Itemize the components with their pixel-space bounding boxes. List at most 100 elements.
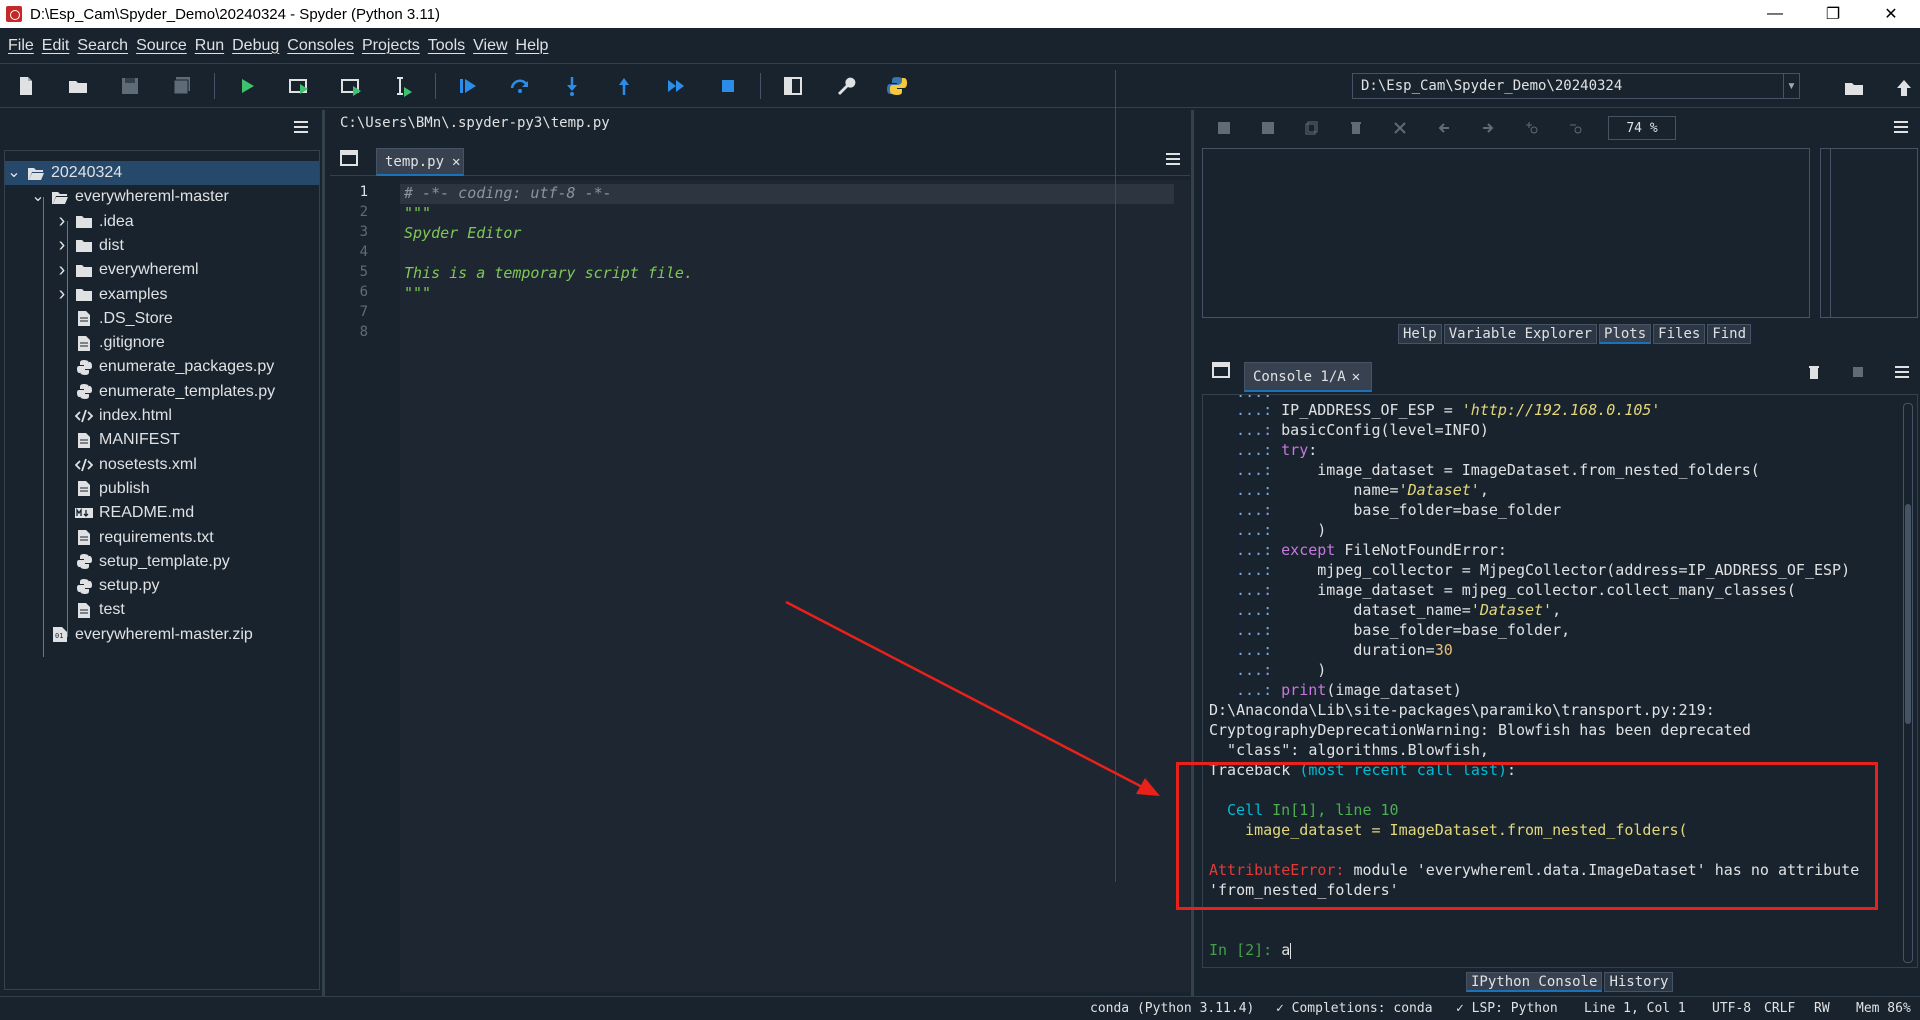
scrollbar-thumb[interactable]	[1905, 504, 1911, 724]
menu-file[interactable]: File	[4, 37, 38, 55]
tree-item[interactable]: setup_template.py	[5, 550, 319, 574]
input-prompt-line[interactable]: In [2]: a	[1209, 941, 1292, 961]
zoom-in-icon[interactable]	[1522, 118, 1542, 138]
parent-directory-arrow-icon[interactable]	[1884, 70, 1920, 106]
tab-plots[interactable]: Plots	[1599, 324, 1652, 344]
clear-console-icon[interactable]	[1804, 362, 1824, 382]
tree-item[interactable]: README.md	[5, 501, 319, 525]
tree-item[interactable]: MANIFEST	[5, 428, 319, 452]
preferences-wrench-icon[interactable]	[825, 68, 865, 104]
status-completions[interactable]: ✓ Completions: conda	[1276, 1001, 1433, 1016]
tab-ipython-console[interactable]: IPython Console	[1466, 972, 1603, 992]
code-line[interactable]: """	[404, 284, 431, 304]
stop-debug-icon[interactable]	[708, 68, 748, 104]
tree-item[interactable]: enumerate_templates.py	[5, 380, 319, 404]
tree-item[interactable]: requirements.txt	[5, 526, 319, 550]
tab-temp-py[interactable]: temp.py ✕	[376, 148, 464, 176]
code-line[interactable]: """	[404, 204, 431, 224]
debug-icon[interactable]	[448, 68, 488, 104]
zoom-level[interactable]: 74 %	[1608, 116, 1676, 140]
chevron-down-icon[interactable]: ⌄	[7, 165, 21, 181]
hamburger-menu-icon[interactable]	[294, 120, 308, 138]
browse-tabs-icon[interactable]	[1212, 362, 1230, 383]
maximize-pane-icon[interactable]	[773, 68, 813, 104]
close-tab-icon[interactable]: ✕	[452, 154, 460, 170]
close-button[interactable]: ✕	[1862, 0, 1920, 28]
tree-item[interactable]: › dist	[5, 234, 319, 258]
menu-search[interactable]: Search	[73, 37, 132, 55]
chevron-down-icon[interactable]: ▼	[1783, 74, 1799, 98]
step-into-icon[interactable]	[552, 68, 592, 104]
code-editor[interactable]: 1 2 3 4 5 6 7 8 # -*- coding: utf-8 -*- …	[332, 180, 1190, 992]
working-directory-value[interactable]: D:\Esp_Cam\Spyder_Demo\20240324	[1353, 78, 1783, 94]
tree-item[interactable]: test	[5, 598, 319, 622]
menu-debug[interactable]: Debug	[228, 37, 283, 55]
tab-files[interactable]: Files	[1653, 324, 1706, 344]
close-tab-icon[interactable]: ✕	[1352, 369, 1360, 385]
tree-item[interactable]: › examples	[5, 283, 319, 307]
code-line[interactable]: Spyder Editor	[404, 224, 521, 244]
tab-variable-explorer[interactable]: Variable Explorer	[1443, 324, 1598, 344]
code-body[interactable]: # -*- coding: utf-8 -*- """ Spyder Edito…	[400, 180, 1190, 992]
save-all-icon[interactable]	[162, 68, 202, 104]
console-scrollbar[interactable]	[1903, 403, 1913, 963]
menu-source[interactable]: Source	[132, 37, 191, 55]
tree-item[interactable]: › .idea	[5, 210, 319, 234]
menu-help[interactable]: Help	[512, 37, 553, 55]
tab-find[interactable]: Find	[1707, 324, 1752, 344]
tab-help[interactable]: Help	[1398, 324, 1442, 344]
menu-projects[interactable]: Projects	[358, 37, 424, 55]
thumbnail-scrollbar[interactable]	[1821, 149, 1831, 317]
copy-plot-icon[interactable]	[1302, 118, 1322, 138]
code-line[interactable]: # -*- coding: utf-8 -*-	[404, 184, 612, 204]
previous-plot-icon[interactable]	[1434, 118, 1454, 138]
tree-item[interactable]: nosetests.xml	[5, 453, 319, 477]
tree-item[interactable]: setup.py	[5, 574, 319, 598]
remove-all-plots-icon[interactable]	[1390, 118, 1410, 138]
run-selection-icon[interactable]	[383, 68, 423, 104]
tree-item[interactable]: enumerate_packages.py	[5, 355, 319, 379]
restore-button[interactable]: ❐	[1804, 0, 1862, 28]
browse-tabs-icon[interactable]	[340, 150, 358, 171]
hamburger-menu-icon[interactable]	[1892, 362, 1912, 382]
menu-tools[interactable]: Tools	[424, 37, 469, 55]
next-plot-icon[interactable]	[1478, 118, 1498, 138]
python-path-manager-icon[interactable]	[877, 68, 917, 104]
tree-item-folder[interactable]: ⌄ everywhereml-master	[5, 185, 319, 209]
new-file-icon[interactable]	[6, 68, 46, 104]
menu-view[interactable]: View	[469, 37, 511, 55]
hamburger-menu-icon[interactable]	[1166, 152, 1180, 170]
tree-item-zip[interactable]: 01 everywhereml-master.zip	[5, 623, 319, 647]
remove-plot-icon[interactable]	[1346, 118, 1366, 138]
step-over-icon[interactable]	[500, 68, 540, 104]
tree-item[interactable]: publish	[5, 477, 319, 501]
working-directory-combo[interactable]: D:\Esp_Cam\Spyder_Demo\20240324 ▼	[1352, 73, 1800, 99]
menu-edit[interactable]: Edit	[38, 37, 74, 55]
save-all-plots-icon[interactable]	[1258, 118, 1278, 138]
menu-run[interactable]: Run	[191, 37, 228, 55]
open-file-icon[interactable]	[58, 68, 98, 104]
run-cell-advance-icon[interactable]	[331, 68, 371, 104]
menu-consoles[interactable]: Consoles	[283, 37, 358, 55]
plot-thumbnails[interactable]	[1820, 148, 1918, 318]
step-return-icon[interactable]	[604, 68, 644, 104]
tree-item-root[interactable]: ⌄ 20240324	[5, 161, 319, 185]
save-plot-icon[interactable]	[1214, 118, 1234, 138]
tab-console-1[interactable]: Console 1/A ✕	[1244, 362, 1372, 392]
status-lsp[interactable]: ✓ LSP: Python	[1456, 1001, 1558, 1016]
tree-item[interactable]: › everywhereml	[5, 258, 319, 282]
zoom-out-icon[interactable]	[1566, 118, 1586, 138]
tree-item[interactable]: .DS_Store	[5, 307, 319, 331]
save-icon[interactable]	[110, 68, 150, 104]
browse-folder-icon[interactable]	[1834, 70, 1874, 106]
run-cell-icon[interactable]	[279, 68, 319, 104]
code-line[interactable]: This is a temporary script file.	[404, 264, 693, 284]
tree-item[interactable]: index.html	[5, 404, 319, 428]
hamburger-menu-icon[interactable]	[1894, 120, 1908, 138]
continue-icon[interactable]	[656, 68, 696, 104]
tab-history[interactable]: History	[1604, 972, 1674, 992]
status-env[interactable]: conda (Python 3.11.4)	[1090, 1001, 1254, 1016]
interrupt-kernel-icon[interactable]	[1848, 362, 1868, 382]
tree-item[interactable]: .gitignore	[5, 331, 319, 355]
run-icon[interactable]	[227, 68, 267, 104]
